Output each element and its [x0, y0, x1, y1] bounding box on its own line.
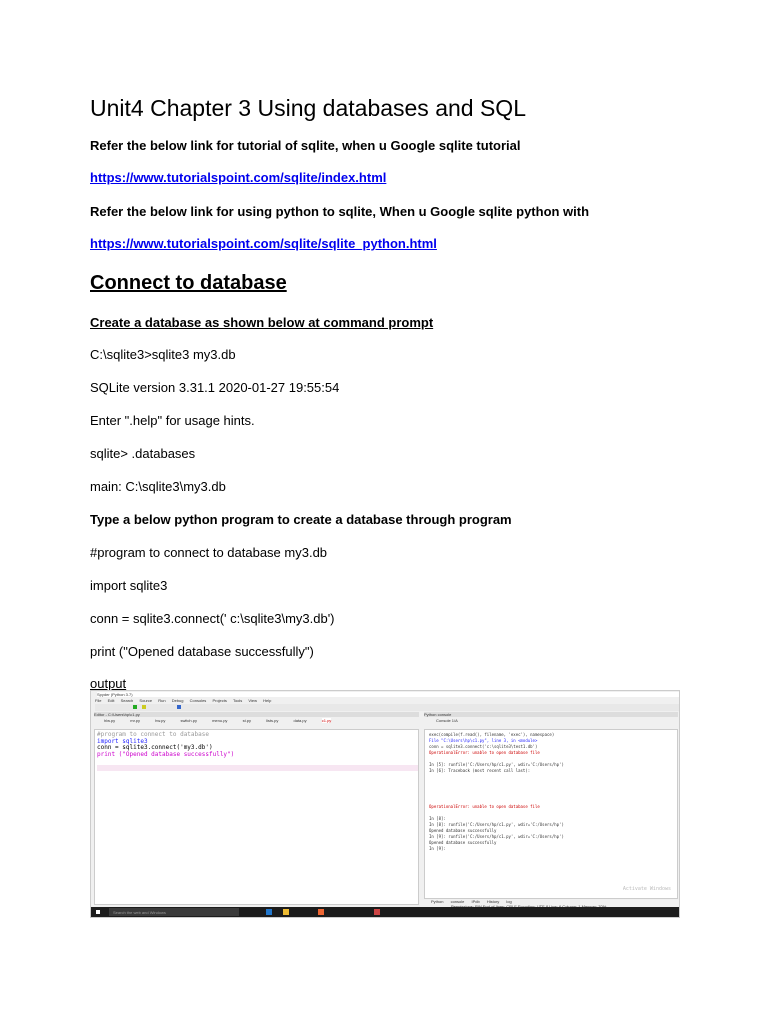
menu-run[interactable]: Run: [158, 698, 165, 703]
menu-help[interactable]: Help: [263, 698, 271, 703]
edge-icon[interactable]: [266, 909, 272, 915]
spyder-screenshot: Spyder (Python 3.7) File Edit Search Sou…: [90, 690, 680, 918]
code-editor[interactable]: #program to connect to database import s…: [94, 729, 419, 905]
prompt-line: main: C:\sqlite3\my3.db: [90, 479, 226, 494]
program-line: print ("Opened database successfully"): [90, 644, 314, 659]
python-console[interactable]: exec(compile(f.read(), filename, 'exec')…: [424, 729, 678, 899]
menu-source[interactable]: Source: [139, 698, 152, 703]
program-line: import sqlite3: [90, 578, 168, 593]
code-line-current: [97, 764, 418, 771]
page-title: Unit4 Chapter 3 Using databases and SQL: [90, 95, 526, 121]
editor-tabs: hlw.py mr.py hw.py switch.py menu.py st.…: [94, 718, 419, 723]
explorer-icon[interactable]: [283, 909, 289, 915]
python-note: Refer the below link for using python to…: [90, 204, 590, 219]
menu-file[interactable]: File: [95, 698, 101, 703]
editor-tab[interactable]: menu.py: [212, 718, 227, 723]
prompt-line: C:\sqlite3>sqlite3 my3.db: [90, 347, 236, 362]
editor-tab[interactable]: mr.py: [130, 718, 140, 723]
subheading: Create a database as shown below at comm…: [90, 315, 434, 330]
firefox-icon[interactable]: [318, 909, 324, 915]
menu-projects[interactable]: Projects: [212, 698, 226, 703]
menu-debug[interactable]: Debug: [172, 698, 184, 703]
console-line: OperationalError: unable to open databas…: [429, 804, 540, 809]
run-icon[interactable]: [133, 705, 137, 709]
toolbar: [95, 704, 679, 711]
editor-tab[interactable]: st.py: [243, 718, 251, 723]
menu-edit[interactable]: Edit: [108, 698, 115, 703]
editor-path: Editor - C:\Users\hp\c1.py: [94, 712, 419, 717]
run-cell-icon[interactable]: [142, 705, 147, 709]
editor-tab[interactable]: hlw.py: [104, 718, 115, 723]
windows-taskbar: Search the web and Windows: [91, 907, 679, 917]
editor-tab[interactable]: hw.py: [155, 718, 165, 723]
program-line: #program to connect to database my3.db: [90, 545, 328, 560]
console-tab[interactable]: Console 1/A: [436, 718, 476, 723]
console-title: Python console: [424, 712, 678, 717]
window-title: Spyder (Python 3.7): [97, 692, 679, 697]
console-line: In [6]: Traceback (most recent call last…: [429, 768, 531, 773]
spyder-icon[interactable]: [374, 909, 380, 915]
tutorial-note: Refer the below link for tutorial of sql…: [90, 138, 521, 153]
menu-tools[interactable]: Tools: [233, 698, 242, 703]
tutorial-link[interactable]: https://www.tutorialspoint.com/sqlite/in…: [90, 170, 386, 186]
editor-tab-active[interactable]: c1.py: [321, 718, 332, 723]
console-line: In [9]:: [429, 846, 446, 851]
editor-tab[interactable]: lists.py: [266, 718, 278, 723]
section-heading: Connect to database: [90, 272, 287, 294]
taskbar-search[interactable]: Search the web and Windows: [109, 908, 239, 916]
menu-bar: File Edit Search Source Run Debug Consol…: [95, 698, 679, 703]
menu-consoles[interactable]: Consoles: [190, 698, 207, 703]
prompt-line: SQLite version 3.31.1 2020-01-27 19:55:5…: [90, 380, 340, 395]
start-icon[interactable]: [96, 910, 100, 914]
program-line: conn = sqlite3.connect(' c:\sqlite3\my3.…: [90, 611, 335, 626]
prompt-line: sqlite> .databases: [90, 446, 196, 461]
program-heading: Type a below python program to create a …: [90, 512, 512, 527]
console-line: OperationalError: unable to open databas…: [429, 750, 540, 755]
menu-search[interactable]: Search: [121, 698, 134, 703]
debug-icon[interactable]: [177, 705, 182, 709]
activate-windows-watermark: Activate Windows: [622, 886, 671, 892]
prompt-line: Enter ".help" for usage hints.: [90, 413, 255, 428]
menu-view[interactable]: View: [248, 698, 257, 703]
editor-tab[interactable]: switch.py: [181, 718, 197, 723]
editor-tab[interactable]: data.py: [294, 718, 307, 723]
python-link[interactable]: https://www.tutorialspoint.com/sqlite/sq…: [90, 236, 437, 252]
